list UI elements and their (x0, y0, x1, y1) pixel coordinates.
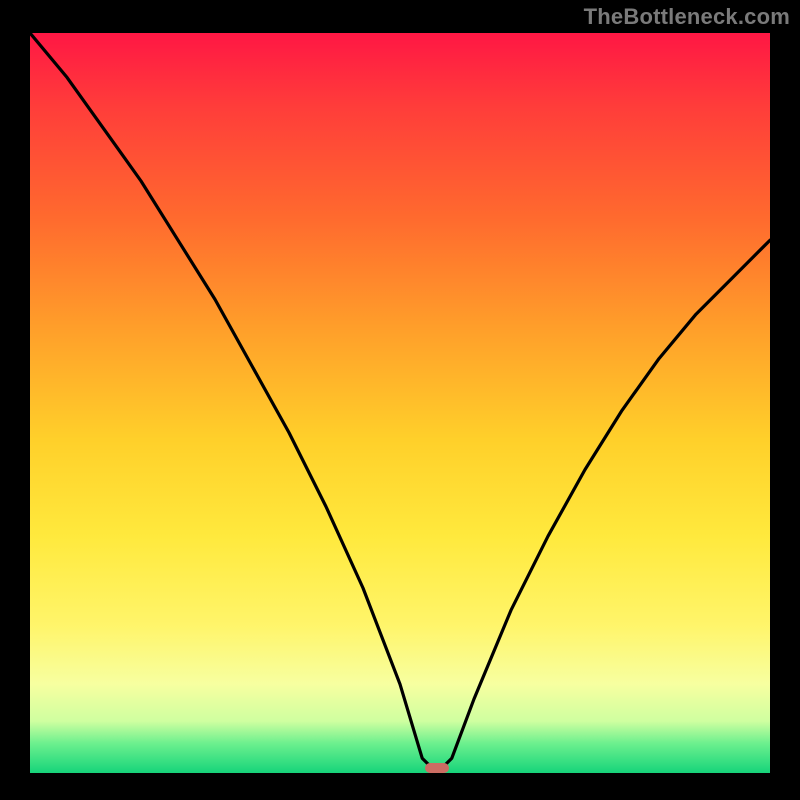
plot-area (30, 33, 770, 773)
attribution-text: TheBottleneck.com (584, 4, 790, 30)
bottleneck-curve (30, 33, 770, 773)
chart-stage: TheBottleneck.com (0, 0, 800, 800)
optimal-marker (425, 763, 449, 773)
curve-path (30, 33, 770, 773)
